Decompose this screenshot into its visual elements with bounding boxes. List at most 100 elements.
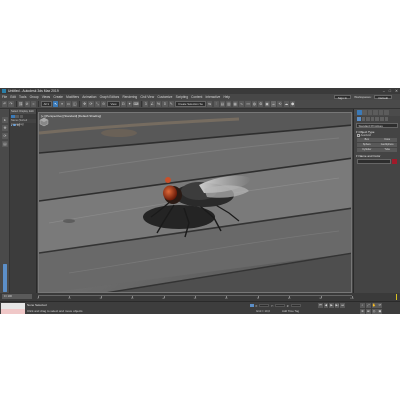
zoom-icon[interactable]: ⌕ [360,303,365,309]
cameras-icon[interactable] [370,117,375,121]
name-and-color-rollout[interactable]: ▾Name and Color [356,154,398,158]
bind-space-warp-icon[interactable]: ≈ [30,101,37,107]
menu-animation[interactable]: Animation [82,95,96,99]
mirror-icon[interactable]: ⇋ [207,101,213,107]
snaps-toggle-icon[interactable]: 3 [143,101,149,107]
link-icon[interactable]: ⛓ [18,101,24,107]
frame-counter[interactable]: 0 / 100 [2,294,32,299]
primitive-type-dropdown[interactable]: Standard Primitives [356,123,398,128]
tab-hierarchy[interactable] [367,110,373,115]
visibility-icon[interactable] [13,123,16,127]
sign-in-dropdown[interactable]: Sign In [333,94,352,100]
field-of-view-icon[interactable]: ◎ [371,308,377,314]
zoom-region-icon[interactable]: ⊞ [365,308,371,314]
menu-tools[interactable]: Tools [19,95,26,99]
go-to-start-icon[interactable]: ⏮ [318,303,323,308]
systems-icon[interactable] [384,117,389,121]
cone-button[interactable]: Cone [377,138,397,143]
menu-edit[interactable]: Edit [10,95,16,99]
viewcube-icon[interactable] [39,117,49,127]
render-in-cloud-icon[interactable]: ☁ [283,101,289,107]
menu-views[interactable]: Views [42,95,50,99]
select-by-name-icon[interactable]: ≡ [59,101,65,107]
helpers-icon[interactable] [375,117,379,121]
edit-named-selection-icon[interactable]: ✎ [168,101,174,107]
place-icon[interactable]: ⊙ [101,101,107,107]
z-coordinate-field[interactable] [290,303,301,308]
tab-utilities[interactable] [383,110,389,115]
menu-graph-editors[interactable]: Graph Editors [100,95,120,99]
unlink-icon[interactable]: ⊘ [24,101,30,107]
named-selection-set-dropdown[interactable]: Create Selection Se [175,101,206,107]
lock-selection-icon[interactable] [250,303,254,308]
a360-gallery-icon[interactable]: ⬢ [290,101,296,107]
object-color-swatch[interactable] [392,158,397,164]
undo-icon[interactable]: ↶ [2,101,8,107]
material-editor-icon[interactable]: ◍ [251,101,257,107]
box-button[interactable]: Box [357,138,377,143]
scale-icon[interactable]: ⤡ [94,101,100,107]
render-iterative-icon[interactable]: ⟲ [277,101,283,107]
schematic-view-icon[interactable]: ⊶ [245,101,251,107]
scene-menu-display[interactable]: Display [19,110,28,113]
object-name-field[interactable] [357,158,392,164]
perspective-viewport[interactable]: [+] [Perspective] [Standard] [Default Sh… [38,112,352,293]
tab-display[interactable] [378,110,384,115]
menu-modifiers[interactable]: Modifiers [66,95,79,99]
tab-modify[interactable] [362,110,367,115]
create-selection-icon[interactable]: ▸ [2,117,8,123]
toggle-scene-explorer-icon[interactable]: ▤ [219,101,226,107]
previous-frame-icon[interactable]: ◀ [323,303,329,308]
display-shapes-icon[interactable] [19,114,24,119]
track-bar[interactable]: 0 10 20 30 40 50 60 70 80 90 100 [37,295,354,300]
space-warps-icon[interactable] [379,117,384,121]
menu-civil-view[interactable]: Civil View [140,95,154,99]
menu-help[interactable]: Help [223,95,230,99]
add-time-tag[interactable]: Add Time Tag [282,309,299,313]
autogrid-checkbox[interactable]: AutoGrid [357,134,397,137]
play-icon[interactable]: ▶ [329,303,334,308]
geometry-icon[interactable] [357,117,361,121]
object-type-rollout[interactable]: ▾Object Type [356,130,398,134]
tab-motion[interactable] [373,110,378,115]
toggle-layer-explorer-icon[interactable]: ▥ [226,101,232,107]
maxscript-listener-input[interactable] [1,303,25,309]
select-object-icon[interactable]: ↖ [53,101,59,107]
curve-editor-icon[interactable]: ∿ [239,101,245,107]
ribbon-toggle-icon[interactable]: ▦ [232,101,238,107]
menu-group[interactable]: Group [30,95,39,99]
move-icon[interactable]: ✥ [2,125,8,131]
minimize-button[interactable]: – [383,89,385,93]
close-button[interactable]: ✕ [395,89,398,93]
tube-button[interactable]: Tube [377,147,397,152]
cylinder-button[interactable]: Cylinder [357,147,377,152]
align-icon[interactable]: ⫶ [213,101,219,107]
menu-file[interactable]: File [2,95,7,99]
render-production-icon[interactable]: ☕ [270,101,277,107]
y-coordinate-field[interactable] [275,303,286,308]
pan-icon[interactable]: ✋ [371,303,377,309]
next-frame-icon[interactable]: ▶| [334,303,340,308]
menu-scripting[interactable]: Scripting [176,95,188,99]
maximize-viewport-icon[interactable]: ▣ [377,308,383,314]
time-marker[interactable] [395,294,397,300]
workspace-dropdown[interactable]: Default [374,94,392,100]
expand-icon[interactable]: ▸ [11,124,12,127]
menu-customize[interactable]: Customize [157,95,172,99]
viewport-label[interactable]: [+] [Perspective] [Standard] [Default Sh… [41,114,101,118]
move-icon[interactable]: ✥ [81,101,88,107]
shapes-icon[interactable] [361,117,366,121]
angle-snap-icon[interactable]: ∠ [149,101,155,107]
pivot-center-icon[interactable]: ⊡ [120,101,126,107]
filter-icon[interactable] [11,114,15,119]
sphere-button[interactable]: Sphere [357,142,377,147]
redo-icon[interactable]: ↷ [8,101,14,107]
selection-region-icon[interactable]: ▭ [65,101,72,107]
geosphere-button[interactable]: GeoSphere [377,142,397,147]
scene-menu-select[interactable]: Select [11,110,18,113]
reference-coord-dropdown[interactable]: View [107,101,120,107]
tab-create[interactable] [357,110,362,115]
time-slider[interactable]: 0 / 100 0 10 20 30 40 50 60 70 80 90 100 [0,293,400,301]
scene-menu-edit[interactable]: Edit [29,110,33,113]
rotate-icon[interactable]: ⟳ [2,133,8,139]
